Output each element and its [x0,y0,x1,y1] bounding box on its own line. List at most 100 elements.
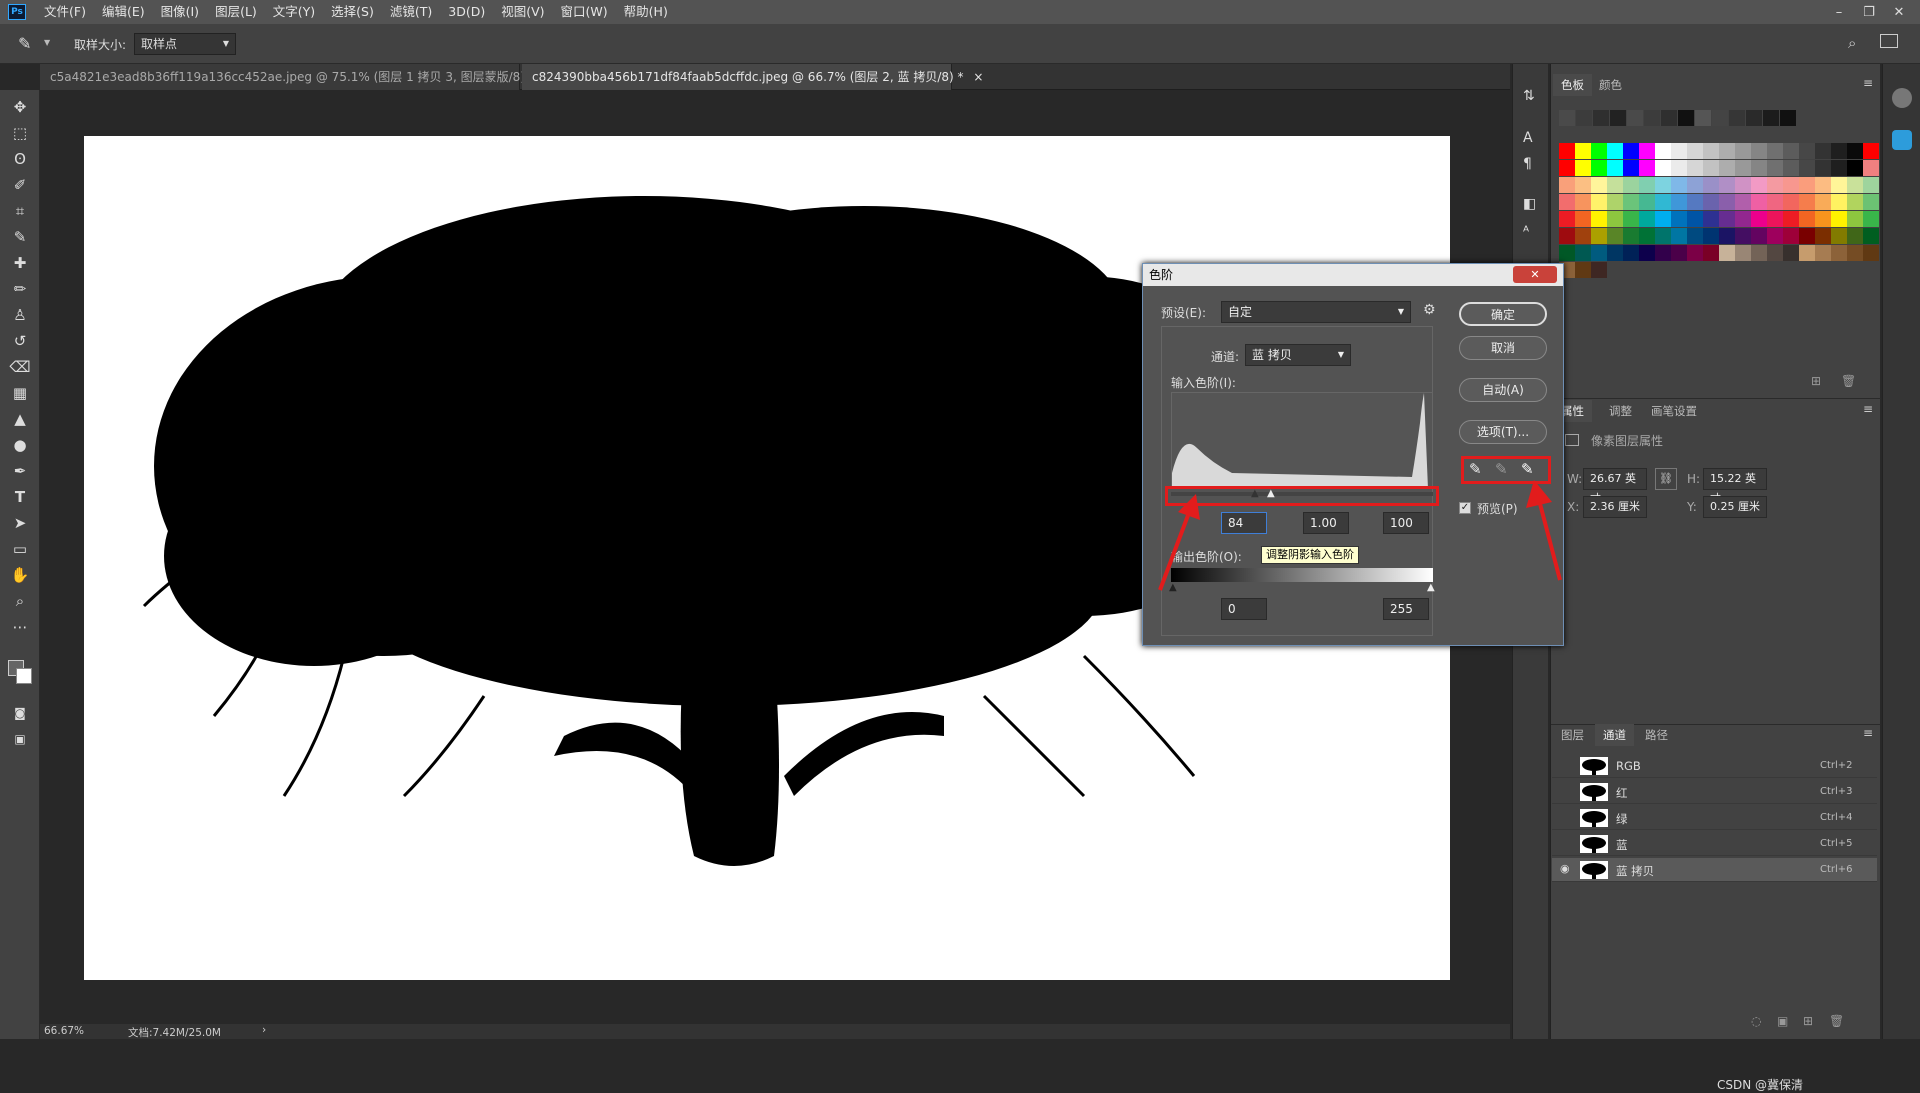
new-swatch-icon[interactable]: ⊞ [1811,374,1821,388]
options-button[interactable]: 选项(T)... [1459,420,1547,444]
save-selection-icon[interactable]: ▣ [1777,1014,1788,1028]
swatch[interactable] [1815,211,1831,227]
swatch[interactable] [1831,194,1847,210]
zoom-level[interactable]: 66.67% [44,1025,84,1037]
swatch[interactable] [1559,194,1575,210]
menu-item[interactable]: 窗口(W) [553,0,616,24]
swatch[interactable] [1831,211,1847,227]
link-icon[interactable]: ⛓ [1655,468,1677,490]
swatch[interactable] [1575,245,1591,261]
swatch[interactable] [1671,177,1687,193]
auto-button[interactable]: 自动(A) [1459,378,1547,402]
swatch[interactable] [1559,177,1575,193]
swatch[interactable] [1729,110,1745,126]
eyedropper-tool-icon[interactable]: ✎ [18,34,31,53]
swatch[interactable] [1591,228,1607,244]
input-gamma-field[interactable]: 1.00 [1303,512,1349,534]
swatch[interactable] [1719,194,1735,210]
swatch[interactable] [1607,211,1623,227]
swatch[interactable] [1719,211,1735,227]
swatch[interactable] [1687,143,1703,159]
more-tools-icon[interactable]: ⋯ [9,616,31,638]
swatch[interactable] [1687,228,1703,244]
swatch[interactable] [1783,177,1799,193]
swatch[interactable] [1799,245,1815,261]
swatch[interactable] [1735,228,1751,244]
swatch[interactable] [1746,110,1762,126]
gradient-tool-icon[interactable]: ▦ [9,382,31,404]
swatch[interactable] [1735,143,1751,159]
chevron-right-icon[interactable]: › [262,1024,266,1036]
swatch[interactable] [1751,228,1767,244]
swatch[interactable] [1591,245,1607,261]
channel-row[interactable]: ◉ 蓝 拷贝 Ctrl+6 [1552,858,1877,882]
swatch[interactable] [1687,177,1703,193]
stamp-tool-icon[interactable]: ♙ [9,304,31,326]
swatch[interactable] [1671,211,1687,227]
dodge-tool-icon[interactable]: ● [9,434,31,456]
character-panel-icon[interactable]: A [1523,130,1533,146]
swatch[interactable] [1575,177,1591,193]
swatch[interactable] [1671,228,1687,244]
swatch[interactable] [1607,228,1623,244]
swatch[interactable] [1623,177,1639,193]
swatch[interactable] [1575,228,1591,244]
swatch[interactable] [1799,160,1815,176]
eyedropper-icon[interactable]: ✎ [9,226,31,248]
swatch[interactable] [1703,245,1719,261]
swatch[interactable] [1655,177,1671,193]
swatch[interactable] [1712,110,1728,126]
restore-icon[interactable]: ❐ [1854,5,1884,20]
swatch[interactable] [1623,245,1639,261]
swatch[interactable] [1655,143,1671,159]
tab-adjustments[interactable]: 调整 [1601,400,1640,422]
swatch[interactable] [1847,194,1863,210]
swatch[interactable] [1767,177,1783,193]
menu-item[interactable]: 图像(I) [153,0,207,24]
load-selection-icon[interactable]: ◌ [1751,1014,1761,1028]
menu-item[interactable]: 文字(Y) [265,0,323,24]
swatch[interactable] [1559,160,1575,176]
output-white-field[interactable]: 255 [1383,598,1429,620]
swatch[interactable] [1639,160,1655,176]
swatch[interactable] [1815,245,1831,261]
glyphs-panel-icon[interactable]: ◧ [1523,196,1536,212]
swatch[interactable] [1703,194,1719,210]
swatch[interactable] [1815,194,1831,210]
swatch[interactable] [1639,228,1655,244]
rectangle-tool-icon[interactable]: ▭ [9,538,31,560]
move-tool-icon[interactable]: ✥ [9,96,31,118]
swatch[interactable] [1687,160,1703,176]
y-field[interactable]: 0.25 厘米 [1703,496,1767,518]
swatch[interactable] [1559,228,1575,244]
tab-channels[interactable]: 通道 [1595,724,1634,746]
swatch[interactable] [1751,211,1767,227]
swatch[interactable] [1591,211,1607,227]
swatch[interactable] [1767,211,1783,227]
tab-layers[interactable]: 图层 [1553,724,1592,746]
swatch[interactable] [1687,245,1703,261]
tab-paths[interactable]: 路径 [1637,724,1676,746]
swatch[interactable] [1735,160,1751,176]
swatch[interactable] [1847,177,1863,193]
channel-row[interactable]: 蓝 Ctrl+5 [1552,832,1877,856]
swatch[interactable] [1815,160,1831,176]
swatch[interactable] [1751,194,1767,210]
swatch[interactable] [1847,143,1863,159]
brush-tool-icon[interactable]: ✏ [9,278,31,300]
swatch[interactable] [1703,143,1719,159]
quick-select-tool-icon[interactable]: ✐ [9,174,31,196]
width-field[interactable]: 26.67 英寸 [1583,468,1647,505]
swatch[interactable] [1783,143,1799,159]
swatch[interactable] [1831,177,1847,193]
swatch[interactable] [1627,110,1643,126]
swatch[interactable] [1799,211,1815,227]
swatch[interactable] [1735,245,1751,261]
swatch[interactable] [1767,160,1783,176]
swatch[interactable] [1655,160,1671,176]
swatch[interactable] [1703,211,1719,227]
paragraph-panel-icon[interactable]: ¶ [1523,156,1532,172]
swatch[interactable] [1783,228,1799,244]
history-brush-icon[interactable]: ↺ [9,330,31,352]
screen-mode-icon[interactable]: ▣ [9,728,31,750]
